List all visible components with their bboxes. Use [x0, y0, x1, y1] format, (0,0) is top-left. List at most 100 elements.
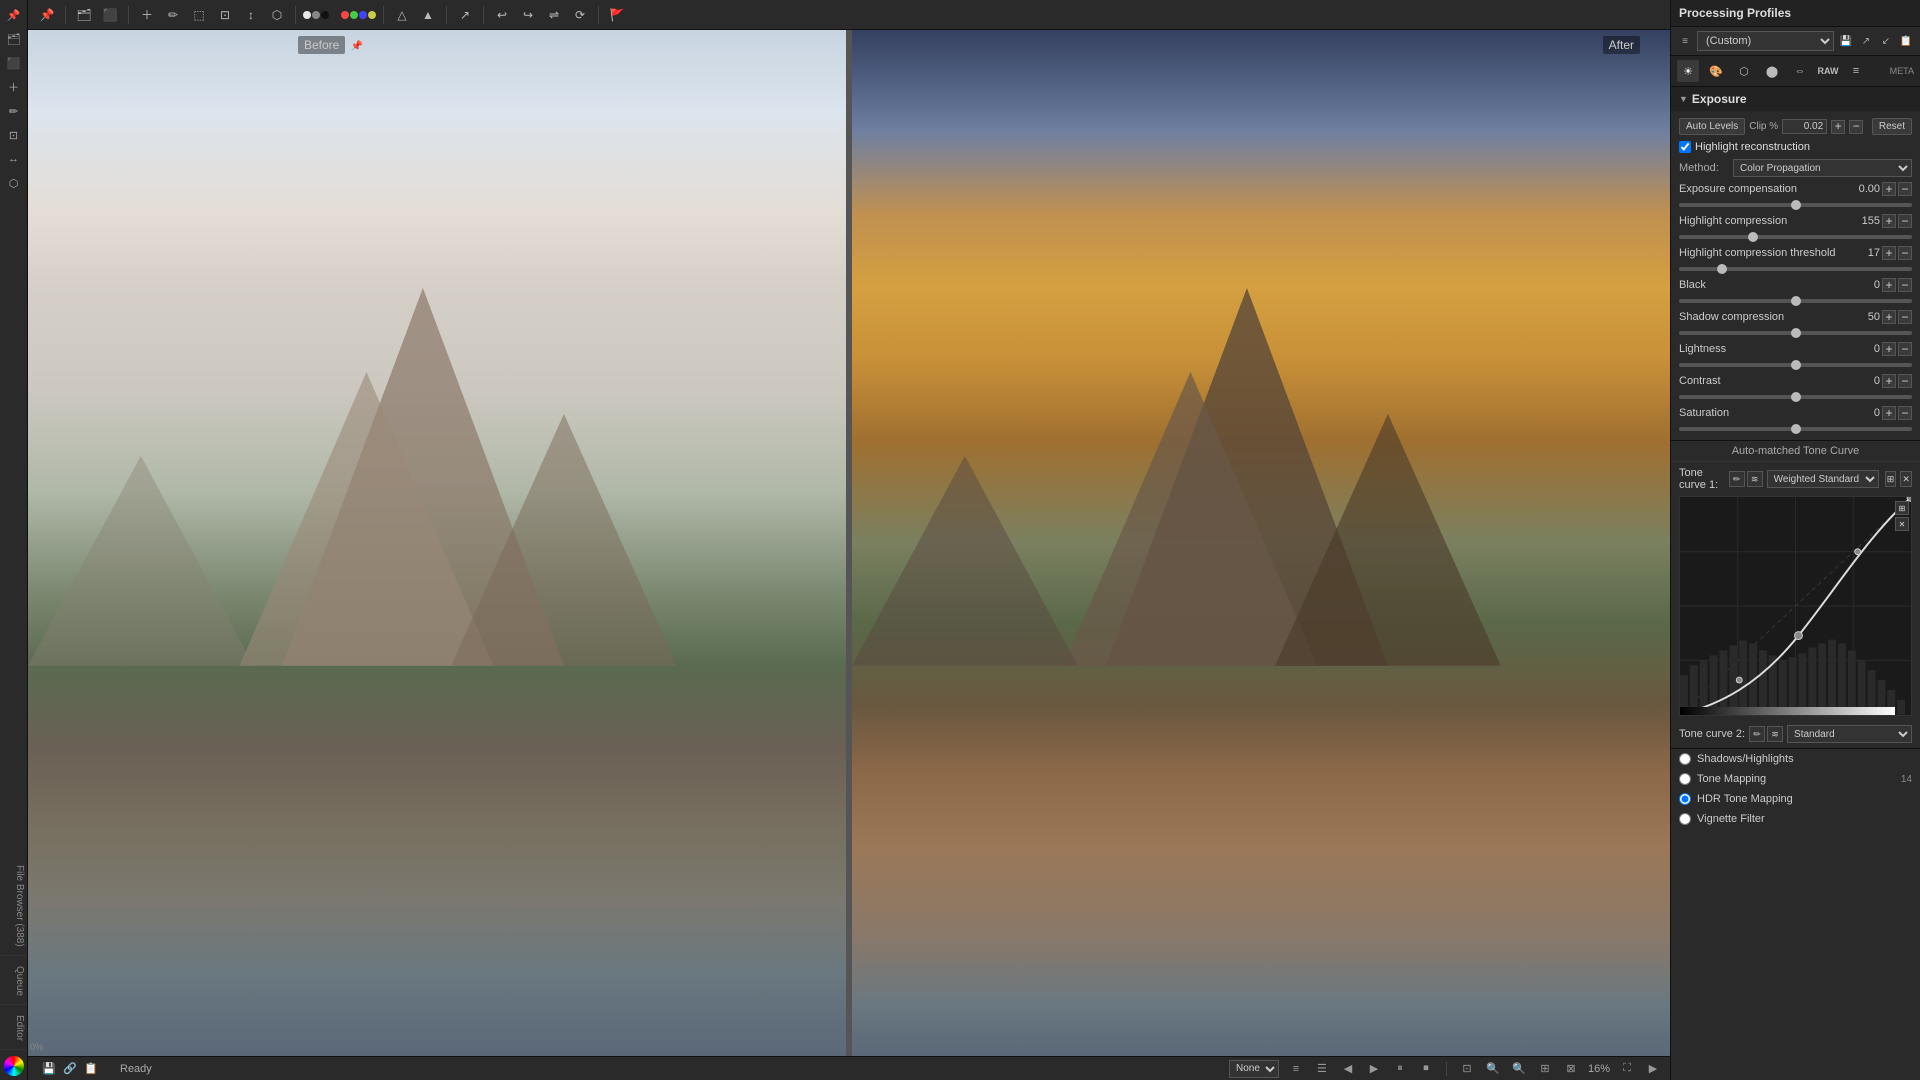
- sidebar-browser-icon[interactable]: 🗂: [3, 28, 25, 50]
- toolbar-redo-icon[interactable]: ↪: [517, 4, 539, 26]
- saturation-range[interactable]: [1679, 427, 1912, 431]
- lightness-minus[interactable]: −: [1898, 342, 1912, 356]
- toolbar-crop-icon[interactable]: ⊡: [214, 4, 236, 26]
- tab-transform[interactable]: ⇔: [1789, 60, 1811, 82]
- toolbar-pencil-icon[interactable]: ✏: [162, 4, 184, 26]
- contrast-minus[interactable]: −: [1898, 374, 1912, 388]
- hdr-tone-mapping-radio[interactable]: [1679, 793, 1691, 805]
- contrast-range[interactable]: [1679, 395, 1912, 399]
- toolbar-flag-icon[interactable]: 🚩: [606, 4, 628, 26]
- sidebar-item-filebrowser[interactable]: File Browser (388): [0, 857, 27, 956]
- profile-export-icon[interactable]: ↗: [1858, 33, 1874, 49]
- tab-raw[interactable]: RAW: [1817, 60, 1839, 82]
- none-select[interactable]: None: [1229, 1060, 1279, 1078]
- lightness-range[interactable]: [1679, 363, 1912, 367]
- sidebar-box-icon[interactable]: ⬛: [3, 52, 25, 74]
- sidebar-extra-icon[interactable]: ⬡: [3, 172, 25, 194]
- toolbar-history-icon[interactable]: 🗂: [73, 4, 95, 26]
- sidebar-item-queue[interactable]: Queue: [0, 958, 27, 1005]
- exposure-compensation-range[interactable]: [1679, 203, 1912, 207]
- tone-mapping-item[interactable]: Tone Mapping 14: [1671, 769, 1920, 789]
- sidebar-edit-icon[interactable]: ✏: [3, 100, 25, 122]
- sidebar-crop-icon[interactable]: ⊡: [3, 124, 25, 146]
- curve1-reset-icon[interactable]: ✕: [1900, 471, 1912, 487]
- profile-import-icon[interactable]: ↙: [1878, 33, 1894, 49]
- clip-plus-btn[interactable]: +: [1831, 120, 1845, 134]
- toolbar-triangle-icon[interactable]: △: [391, 4, 413, 26]
- highlight-compression-range[interactable]: [1679, 235, 1912, 239]
- black-range[interactable]: [1679, 299, 1912, 303]
- auto-levels-button[interactable]: Auto Levels: [1679, 118, 1745, 135]
- tab-meta[interactable]: ≡: [1845, 60, 1867, 82]
- saturation-plus[interactable]: +: [1882, 406, 1896, 420]
- toolbar-triangle2-icon[interactable]: ▲: [417, 4, 439, 26]
- contrast-plus[interactable]: +: [1882, 374, 1896, 388]
- sidebar-item-editor[interactable]: Editor: [0, 1007, 27, 1050]
- toolbar-transform-icon[interactable]: ↕: [240, 4, 262, 26]
- sidebar-pin-icon[interactable]: 📌: [3, 4, 25, 26]
- toolbar-undo-icon[interactable]: ↩: [491, 4, 513, 26]
- profile-select[interactable]: (Custom): [1697, 31, 1834, 51]
- lightness-plus[interactable]: +: [1882, 342, 1896, 356]
- highlight-compression-plus[interactable]: +: [1882, 214, 1896, 228]
- method-select[interactable]: Color Propagation Luminance Recovery Inp…: [1733, 159, 1912, 177]
- clip-minus-btn[interactable]: −: [1849, 120, 1863, 134]
- toolbar-line-icon[interactable]: ⬚: [188, 4, 210, 26]
- hdr-tone-mapping-item[interactable]: HDR Tone Mapping: [1671, 789, 1920, 809]
- reset-button[interactable]: Reset: [1872, 118, 1912, 135]
- toolbar-box-icon[interactable]: ⬛: [99, 4, 121, 26]
- black-minus[interactable]: −: [1898, 278, 1912, 292]
- exposure-compensation-plus[interactable]: +: [1882, 182, 1896, 196]
- curve1-type-icon[interactable]: ≋: [1747, 471, 1763, 487]
- shadows-highlights-item[interactable]: Shadows/Highlights: [1671, 749, 1920, 769]
- bottom-nav-pause[interactable]: ⏸: [1391, 1060, 1409, 1078]
- zoom-100-icon[interactable]: ⊞: [1536, 1060, 1554, 1078]
- highlight-compression-minus[interactable]: −: [1898, 214, 1912, 228]
- zoom-out-icon[interactable]: 🔍: [1484, 1060, 1502, 1078]
- tab-detail[interactable]: ⬡: [1733, 60, 1755, 82]
- bottom-nav-stop[interactable]: ⏹: [1417, 1060, 1435, 1078]
- bottom-save-icon[interactable]: 💾: [40, 1060, 58, 1078]
- toolbar-add-icon[interactable]: ＋: [136, 4, 158, 26]
- panel-toggle-icon[interactable]: ▶: [1644, 1060, 1662, 1078]
- toolbar-export-icon[interactable]: ↗: [454, 4, 476, 26]
- hct-plus[interactable]: +: [1882, 246, 1896, 260]
- highlight-compression-threshold-range[interactable]: [1679, 267, 1912, 271]
- tone-curve1-select[interactable]: Weighted Standard Standard Film-like Par…: [1767, 470, 1879, 488]
- shadow-compression-plus[interactable]: +: [1882, 310, 1896, 324]
- black-plus[interactable]: +: [1882, 278, 1896, 292]
- profile-save-icon[interactable]: 💾: [1838, 33, 1854, 49]
- curve1-edit-icon[interactable]: ✏: [1729, 471, 1745, 487]
- bottom-icon1[interactable]: ≡: [1287, 1060, 1305, 1078]
- tone-mapping-radio[interactable]: [1679, 773, 1691, 785]
- bottom-icon2[interactable]: ☰: [1313, 1060, 1331, 1078]
- toolbar-extra-icon[interactable]: ⬡: [266, 4, 288, 26]
- zoom-in-icon[interactable]: 🔍: [1510, 1060, 1528, 1078]
- bottom-copy-icon[interactable]: 🔗: [61, 1060, 79, 1078]
- toolbar-pin-icon[interactable]: 📌: [36, 4, 58, 26]
- tab-local[interactable]: ⬤: [1761, 60, 1783, 82]
- curve-icon1[interactable]: ⊞: [1895, 501, 1909, 515]
- toolbar-compare-icon[interactable]: ⇌: [543, 4, 565, 26]
- profile-copy-icon[interactable]: 📋: [1898, 33, 1914, 49]
- exposure-section-header[interactable]: ▼ Exposure: [1671, 87, 1920, 111]
- tone-curve2-select[interactable]: Standard Weighted Standard Film-like Par…: [1787, 725, 1912, 743]
- vignette-filter-item[interactable]: Vignette Filter: [1671, 809, 1920, 829]
- tone-curve-canvas[interactable]: ⊞ ✕: [1679, 496, 1912, 716]
- vignette-filter-radio[interactable]: [1679, 813, 1691, 825]
- toolbar-sync-icon[interactable]: ⟳: [569, 4, 591, 26]
- hct-minus[interactable]: −: [1898, 246, 1912, 260]
- fullscreen-icon[interactable]: ⛶: [1618, 1060, 1636, 1078]
- exposure-compensation-minus[interactable]: −: [1898, 182, 1912, 196]
- saturation-minus[interactable]: −: [1898, 406, 1912, 420]
- sidebar-color-wheel[interactable]: [4, 1056, 24, 1076]
- highlight-reconstruction-checkbox[interactable]: [1679, 141, 1691, 153]
- zoom-fit-icon[interactable]: ⊡: [1458, 1060, 1476, 1078]
- bottom-meta-icon[interactable]: 📋: [82, 1060, 100, 1078]
- shadows-highlights-radio[interactable]: [1679, 753, 1691, 765]
- tab-exposure[interactable]: ☀: [1677, 60, 1699, 82]
- before-pin-btn[interactable]: 📌: [351, 41, 363, 52]
- curve1-extra-icon[interactable]: ⊞: [1885, 471, 1897, 487]
- curve2-type-icon[interactable]: ≋: [1767, 726, 1783, 742]
- zoom-fit2-icon[interactable]: ⊠: [1562, 1060, 1580, 1078]
